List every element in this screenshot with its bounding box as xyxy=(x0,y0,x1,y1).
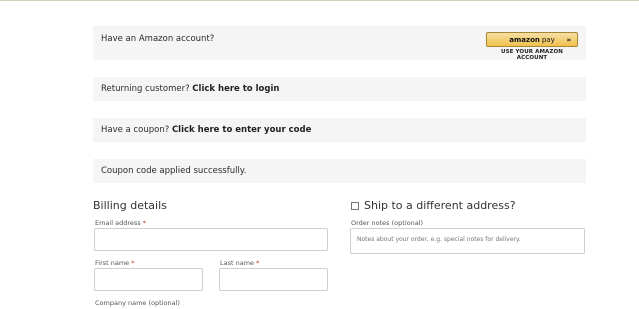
email-field[interactable] xyxy=(94,228,328,251)
order-notes-field[interactable] xyxy=(350,228,585,254)
ship-different-address-heading: Ship to a different address? xyxy=(351,199,516,212)
required-marker: * xyxy=(142,219,146,227)
amazon-pay-widget: amazon pay » USE YOUR AMAZON ACCOUNT xyxy=(486,32,578,61)
required-marker: * xyxy=(256,259,260,267)
amazon-pay-caption: USE YOUR AMAZON ACCOUNT xyxy=(501,49,563,61)
chevron-right-icon: » xyxy=(566,35,571,44)
enter-coupon-link[interactable]: Click here to enter your code xyxy=(172,125,311,135)
last-name-label: Last name * xyxy=(220,259,259,267)
company-name-label: Company name (optional) xyxy=(95,299,180,307)
coupon-success-message: Coupon code applied successfully. xyxy=(93,159,586,183)
coupon-success-text: Coupon code applied successfully. xyxy=(101,166,247,176)
amazon-logo: amazon xyxy=(509,35,540,44)
login-link[interactable]: Click here to login xyxy=(192,84,279,94)
amazon-account-notice: Have an Amazon account? amazon pay » USE… xyxy=(93,26,586,61)
amazon-account-text: Have an Amazon account? xyxy=(101,34,215,44)
returning-customer-notice: Returning customer? Click here to login xyxy=(93,77,586,101)
last-name-field[interactable] xyxy=(219,268,328,291)
required-marker: * xyxy=(131,259,135,267)
coupon-notice: Have a coupon? Click here to enter your … xyxy=(93,118,586,142)
first-name-label: First name * xyxy=(95,259,135,267)
last-name-label-text: Last name xyxy=(220,259,255,267)
amazon-pay-button[interactable]: amazon pay » xyxy=(486,32,578,47)
billing-details-heading: Billing details xyxy=(93,199,167,212)
ship-different-address-label[interactable]: Ship to a different address? xyxy=(364,199,516,212)
coupon-text: Have a coupon? xyxy=(101,125,170,135)
first-name-field[interactable] xyxy=(94,268,203,291)
email-label: Email address * xyxy=(95,219,146,227)
top-border xyxy=(0,0,639,1)
amazon-pay-label: pay xyxy=(541,35,555,44)
first-name-label-text: First name xyxy=(95,259,130,267)
returning-customer-text: Returning customer? xyxy=(101,84,190,94)
order-notes-label: Order notes (optional) xyxy=(351,219,424,227)
email-label-text: Email address xyxy=(95,219,141,227)
ship-different-address-checkbox[interactable] xyxy=(351,201,359,210)
